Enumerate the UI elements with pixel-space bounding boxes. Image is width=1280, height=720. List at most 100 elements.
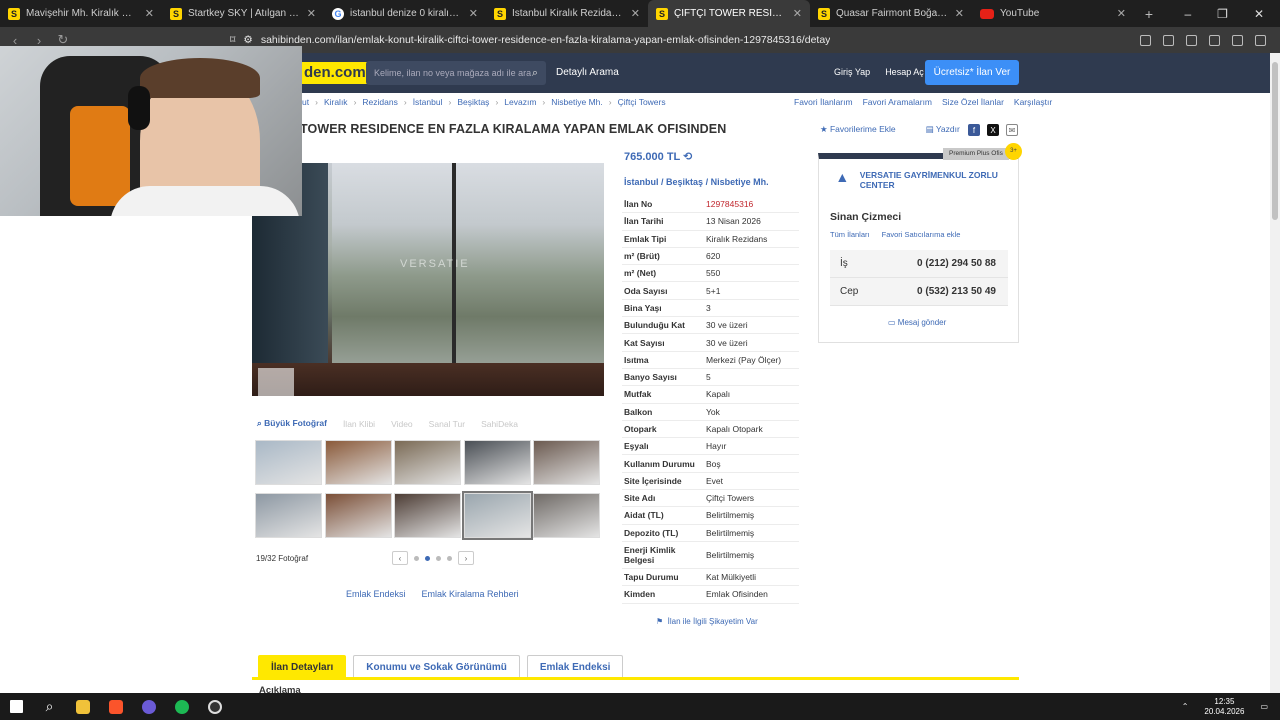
photo-thumbnail[interactable]	[255, 440, 322, 485]
phone-number[interactable]: 0 (212) 294 50 88	[917, 258, 996, 269]
tab-close-icon[interactable]: ✕	[955, 7, 964, 20]
pager-dot[interactable]	[436, 555, 441, 561]
phone-number[interactable]: 0 (532) 213 50 49	[917, 286, 996, 297]
browser-tab[interactable]: S İstanbul Kiralık Rezidans Fiyatları sah…	[486, 0, 648, 27]
close-window-icon[interactable]: ✕	[1254, 7, 1264, 21]
detail-tab[interactable]: İlan Detayları	[258, 655, 347, 678]
url-field[interactable]: ⌑ ⚙ sahibinden.com/ilan/emlak-konut-kira…	[230, 29, 930, 51]
obs-icon[interactable]	[198, 693, 231, 720]
photo-thumbnail[interactable]	[461, 491, 533, 540]
agent-link[interactable]: Tüm İlanları	[830, 230, 870, 239]
report-link[interactable]: ⚑ İlan ile İlgili Şikayetim Var	[656, 617, 758, 626]
brave-browser-icon[interactable]	[99, 693, 132, 720]
breadcrumb-item[interactable]: Nisbetiye Mh.	[551, 97, 603, 107]
footer-link[interactable]: Emlak Endeksi	[346, 589, 406, 599]
breadcrumb-item[interactable]: Rezidans	[362, 97, 397, 107]
photo-thumbnail[interactable]	[463, 440, 531, 485]
pager-dot[interactable]	[414, 555, 419, 561]
browser-tab[interactable]: Gistanbul denize 0 kiralık penthouse ✕	[324, 0, 486, 27]
windows-start-icon[interactable]	[0, 693, 33, 720]
bookmark-icon[interactable]: ⌑	[230, 34, 235, 46]
photo-thumbnail[interactable]	[533, 493, 600, 538]
browser-tab[interactable]: S Startkey SKY | Atılgan Royal 3+1 Kira ✕	[162, 0, 324, 27]
photo-tool-button[interactable]: ⌕ Büyük Fotoğraf	[257, 418, 327, 429]
file-explorer-icon[interactable]	[66, 693, 99, 720]
advanced-search-link[interactable]: Detaylı Arama	[556, 67, 619, 78]
next-page-button[interactable]: ›	[458, 551, 474, 565]
tray-chevron-icon[interactable]: ⌃	[1182, 702, 1189, 711]
tab-close-icon[interactable]: ✕	[145, 7, 154, 20]
send-message-link[interactable]: ▭ Mesaj gönder	[888, 318, 946, 327]
photo-thumbnail[interactable]	[394, 440, 461, 485]
site-logo[interactable]: den.com	[300, 62, 370, 84]
breadcrumb-item[interactable]: ut	[302, 97, 309, 107]
tab-close-icon[interactable]: ✕	[631, 7, 640, 20]
breadcrumb-right-link[interactable]: Favori Aramalarım	[863, 97, 932, 107]
search-icon[interactable]: ⌕	[33, 693, 66, 720]
extension-icon[interactable]	[1186, 34, 1197, 46]
detail-tab[interactable]: Emlak Endeksi	[526, 655, 624, 678]
breadcrumb-item[interactable]: Levazım	[504, 97, 536, 107]
photo-thumbnail[interactable]	[255, 493, 322, 538]
extension-icon[interactable]	[1163, 34, 1174, 46]
detail-tab[interactable]: Konumu ve Sokak Görünümü	[353, 655, 520, 678]
mail-icon[interactable]: ✉	[1006, 124, 1018, 136]
price-history-icon[interactable]: ⟲	[683, 151, 692, 163]
browser-tab[interactable]: YouTube ✕	[972, 0, 1134, 27]
site-info-icon[interactable]: ⚙	[243, 34, 252, 46]
prev-page-button[interactable]: ‹	[392, 551, 408, 565]
main-photo[interactable]: VERSATIE	[252, 163, 604, 396]
breadcrumb-right-link[interactable]: Karşılaştır	[1014, 97, 1052, 107]
pager-dot[interactable]	[447, 555, 452, 561]
breadcrumb-item[interactable]: Beşiktaş	[457, 97, 489, 107]
search-input[interactable]: Kelime, ilan no veya mağaza adı ile ara …	[366, 61, 546, 85]
x-icon[interactable]: X	[987, 124, 999, 136]
browser-tab[interactable]: S ÇİFTÇİ TOWER RESIDENCE EN FA ✕	[648, 0, 810, 27]
browser-tab[interactable]: S Mavişehir Mh. Kiralık Daire Fiyatları ✕	[0, 0, 162, 27]
notification-icon[interactable]: ▭	[1260, 702, 1268, 711]
photo-thumbnail[interactable]	[533, 440, 600, 485]
breadcrumb-right-link[interactable]: Size Özel İlanlar	[942, 97, 1004, 107]
tab-close-icon[interactable]: ✕	[1117, 7, 1126, 20]
menu-icon[interactable]	[1255, 34, 1266, 46]
pager-dot[interactable]	[425, 555, 430, 561]
messenger-icon[interactable]	[132, 693, 165, 720]
photo-tool-button[interactable]: Video	[391, 419, 413, 429]
scrollbar-thumb[interactable]	[1272, 62, 1278, 220]
breadcrumb-item[interactable]: Çiftçi Towers	[618, 97, 666, 107]
new-tab-button[interactable]: +	[1134, 0, 1164, 27]
print-link[interactable]: ▤ Yazdır	[926, 124, 960, 135]
extension-icon[interactable]	[1209, 34, 1220, 46]
photo-tool-button[interactable]: SahiDeka	[481, 419, 518, 429]
agent-link[interactable]: Favori Satıcılarıma ekle	[882, 230, 961, 239]
store-info[interactable]: ▲ VERSATIE GAYRİMENKUL ZORLU CENTER	[833, 169, 1009, 191]
photo-thumbnail[interactable]	[324, 440, 392, 485]
tab-close-icon[interactable]: ✕	[469, 7, 478, 20]
spotify-icon[interactable]	[165, 693, 198, 720]
maximize-icon[interactable]: ❐	[1217, 7, 1228, 21]
location-link[interactable]: Nisbetiye Mh.	[711, 177, 769, 187]
tab-close-icon[interactable]: ✕	[307, 7, 316, 20]
minimize-icon[interactable]: –	[1184, 7, 1191, 21]
photo-tool-button[interactable]: Sanal Tur	[429, 419, 465, 429]
photo-thumbnail[interactable]	[394, 493, 461, 538]
register-link[interactable]: Hesap Aç	[885, 67, 924, 77]
breadcrumb-item[interactable]: İstanbul	[413, 97, 443, 107]
browser-tab[interactable]: S Quasar Fairmont Boğaz Manzaralı 4.5 ✕	[810, 0, 972, 27]
search-icon[interactable]: ⌕	[532, 67, 538, 80]
favorite-link[interactable]: ★ Favorilerime Ekle	[820, 124, 896, 135]
footer-link[interactable]: Emlak Kiralama Rehberi	[422, 589, 519, 599]
photo-tool-button[interactable]: İlan Klibi	[343, 419, 375, 429]
tab-close-icon[interactable]: ✕	[793, 7, 802, 20]
breadcrumb-item[interactable]: Kiralık	[324, 97, 348, 107]
post-ad-button[interactable]: Ücretsiz* İlan Ver	[925, 60, 1019, 85]
sidebar-icon[interactable]	[1232, 34, 1243, 46]
clock[interactable]: 12:35 20.04.2026	[1204, 697, 1244, 717]
login-link[interactable]: Giriş Yap	[834, 67, 870, 77]
location-link[interactable]: Beşiktaş	[666, 177, 703, 187]
breadcrumb-right-link[interactable]: Favori İlanlarım	[794, 97, 853, 107]
photo-thumbnail[interactable]	[324, 493, 392, 538]
location-link[interactable]: İstanbul	[624, 177, 659, 187]
facebook-icon[interactable]: f	[968, 124, 980, 136]
extension-icon[interactable]	[1140, 34, 1151, 46]
